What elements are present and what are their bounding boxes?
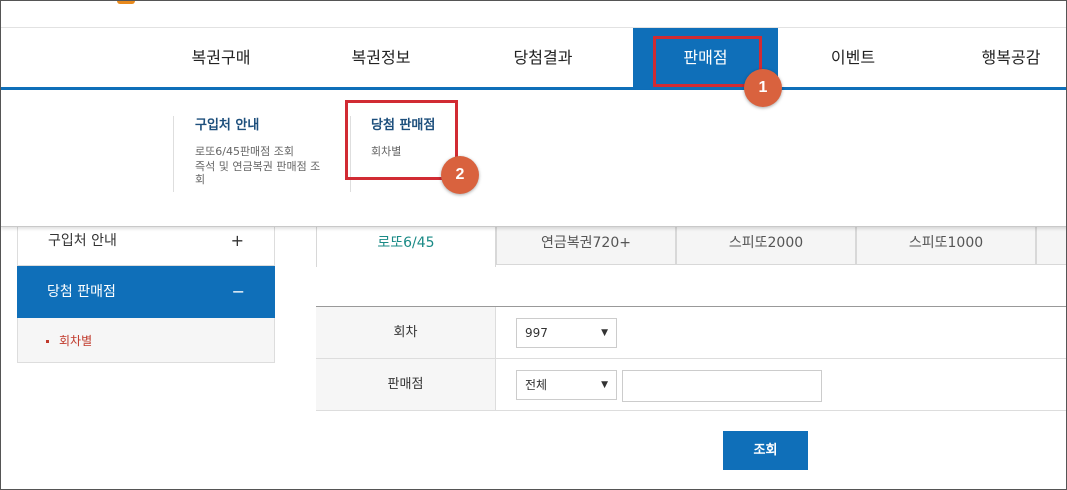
side-submenu: 회차별: [17, 318, 275, 363]
side-menu: 구입처 안내 + 당첨 판매점 − 회차별: [17, 227, 275, 363]
dropdown-link-instant-stores[interactable]: 즉석 및 연금복권 판매점 조회: [195, 160, 325, 186]
dropdown-title-store-guide[interactable]: 구입처 안내: [195, 114, 325, 133]
nav-item-results[interactable]: 당첨결과: [473, 28, 613, 88]
dropdown-divider: [173, 116, 174, 192]
form-row-store: 판매점 전체 ▼: [316, 359, 1066, 411]
minus-icon: −: [231, 282, 245, 301]
search-form: 회차 997 ▼ 판매점 전체 ▼: [316, 306, 1066, 411]
round-select[interactable]: 997 ▼: [516, 318, 617, 348]
step-badge-2: 2: [441, 156, 479, 194]
side-sub-item-by-round[interactable]: 회차별: [46, 332, 92, 349]
search-button[interactable]: 조회: [723, 431, 808, 470]
round-label: 회차: [316, 307, 496, 358]
lottery-tabs: 로또6/45 연금복권720+ 스피또2000 스피또1000: [316, 227, 1066, 267]
nav-item-info[interactable]: 복권정보: [311, 28, 451, 88]
side-item-label: 구입처 안내: [48, 233, 117, 249]
round-select-value: 997: [525, 326, 548, 340]
nav-item-happy[interactable]: 행복공감: [941, 28, 1066, 88]
dropdown-link-lotto-stores[interactable]: 로또6/45판매점 조회: [195, 145, 325, 158]
caret-down-icon: ▼: [601, 328, 608, 338]
side-item-store-guide[interactable]: 구입처 안내 +: [17, 227, 275, 266]
dropdown-col-store-guide: 구입처 안내 로또6/45판매점 조회 즉석 및 연금복권 판매점 조회: [195, 114, 325, 188]
nav-dropdown: 구입처 안내 로또6/45판매점 조회 즉석 및 연금복권 판매점 조회 당첨 …: [1, 90, 1066, 227]
plus-icon: +: [230, 231, 244, 250]
form-row-round: 회차 997 ▼: [316, 307, 1066, 359]
logo-fragment: [117, 1, 135, 4]
store-label: 판매점: [316, 359, 496, 410]
tab-lotto645[interactable]: 로또6/45: [316, 227, 496, 267]
bullet-icon: [46, 340, 49, 343]
store-region-select[interactable]: 전체 ▼: [516, 370, 617, 400]
tab-more[interactable]: [1036, 227, 1066, 265]
caret-down-icon: ▼: [601, 380, 608, 390]
side-item-winning-stores[interactable]: 당첨 판매점 −: [17, 266, 275, 318]
nav-item-events[interactable]: 이벤트: [783, 28, 923, 88]
side-sub-item-label: 회차별: [59, 334, 93, 348]
tab-speetto2000[interactable]: 스피또2000: [676, 227, 856, 265]
side-item-label: 당첨 판매점: [47, 284, 116, 300]
step-badge-1: 1: [744, 69, 782, 107]
main-nav: 복권구매 복권정보 당첨결과 판매점 이벤트 행복공감: [1, 27, 1066, 88]
nav-item-buy[interactable]: 복권구매: [151, 28, 291, 88]
store-select-value: 전체: [525, 378, 548, 392]
tab-pension720[interactable]: 연금복권720+: [496, 227, 676, 265]
store-name-input[interactable]: [622, 370, 822, 402]
tab-speetto1000[interactable]: 스피또1000: [856, 227, 1036, 265]
page-frame: 복권구매 복권정보 당첨결과 판매점 이벤트 행복공감 구입처 안내 로또6/4…: [0, 0, 1067, 490]
